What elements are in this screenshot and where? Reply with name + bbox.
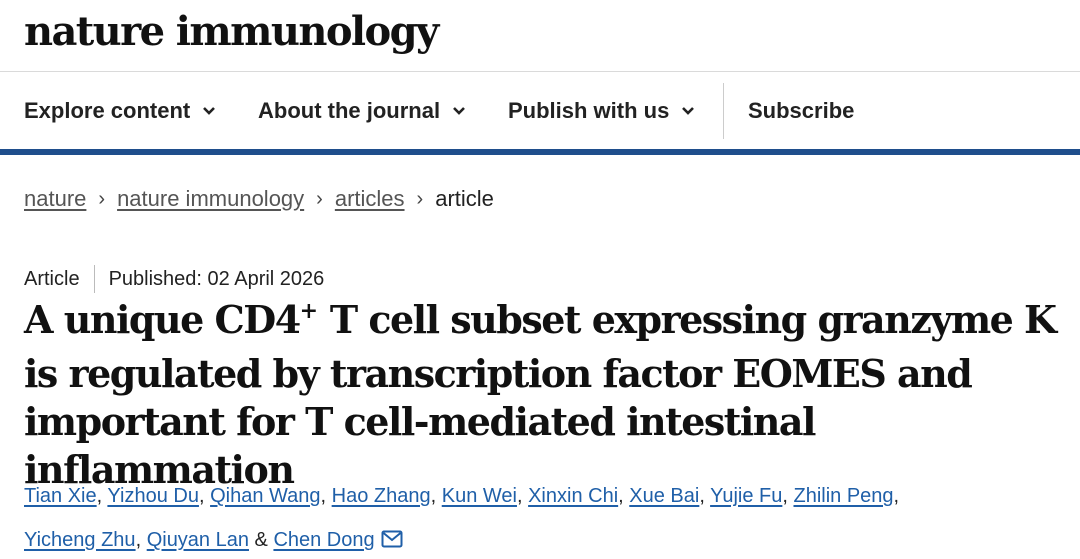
breadcrumb-link-articles[interactable]: articles xyxy=(335,186,405,212)
author-link[interactable]: Yicheng Zhu xyxy=(24,529,136,551)
article-meta: Article Published: 02 April 2026 xyxy=(24,265,324,293)
nav-item-label: About the journal xyxy=(258,98,441,123)
author-link[interactable]: Yizhou Du xyxy=(107,485,199,507)
author-separator: , xyxy=(782,485,794,507)
author-link[interactable]: Zhilin Peng xyxy=(793,485,893,507)
breadcrumb-separator: › xyxy=(416,187,424,210)
article-type: Article xyxy=(24,267,80,290)
nav-item-label: Subscribe xyxy=(748,98,855,123)
meta-divider xyxy=(93,265,95,293)
nav-publish-with-us[interactable]: Publish with us xyxy=(508,73,695,149)
author-separator: , xyxy=(135,529,147,551)
chevron-down-icon xyxy=(682,107,695,115)
author-link[interactable]: Xinxin Chi xyxy=(528,485,618,507)
nav-divider xyxy=(723,83,724,139)
author-separator: , xyxy=(893,485,900,507)
title-text: A unique CD4 xyxy=(24,297,301,342)
author-link[interactable]: Yujie Fu xyxy=(710,485,782,507)
author-separator: , xyxy=(618,485,630,507)
author-link-corresponding[interactable]: Chen Dong xyxy=(273,529,374,551)
nav-item-label: Publish with us xyxy=(508,98,670,123)
author-separator: , xyxy=(430,485,442,507)
breadcrumb-separator: › xyxy=(98,187,106,210)
breadcrumb-link-nature-immunology[interactable]: nature immunology xyxy=(117,186,304,212)
breadcrumb-separator: › xyxy=(316,187,323,210)
main-nav: Explore content About the journal Publis… xyxy=(0,73,1080,149)
author-separator: , xyxy=(320,485,332,507)
author-separator: , xyxy=(699,485,711,507)
author-separator: , xyxy=(198,485,211,507)
publish-date: Published: 02 April 2026 xyxy=(108,267,325,290)
nav-explore-content[interactable]: Explore content xyxy=(24,73,216,149)
breadcrumb: nature › nature immunology › articles › … xyxy=(24,184,494,214)
journal-logo[interactable]: nature immunology xyxy=(24,6,439,58)
author-link[interactable]: Tian Xie xyxy=(24,485,97,507)
nav-item-label: Explore content xyxy=(24,98,191,123)
nav-accent-rule xyxy=(0,149,1080,155)
author-link[interactable]: Qiuyan Lan xyxy=(147,529,249,551)
logo-bar: nature immunology xyxy=(0,0,1080,72)
author-list: Tian Xie, Yizhou Du, Qihan Wang, Hao Zha… xyxy=(24,474,1074,559)
article-title: A unique CD4+ T cell subset expressing g… xyxy=(24,296,1074,494)
author-link[interactable]: Xue Bai xyxy=(629,485,699,507)
author-separator: , xyxy=(516,485,529,507)
author-separator: , xyxy=(96,485,108,507)
chevron-down-icon xyxy=(453,107,466,115)
author-link[interactable]: Hao Zhang xyxy=(332,485,431,507)
author-link[interactable]: Qihan Wang xyxy=(210,485,320,507)
author-separator: & xyxy=(248,529,274,551)
nav-about-journal[interactable]: About the journal xyxy=(258,73,466,149)
author-link[interactable]: Kun Wei xyxy=(442,485,517,507)
mail-icon[interactable] xyxy=(381,530,403,548)
breadcrumb-link-nature[interactable]: nature xyxy=(24,186,86,212)
nav-subscribe[interactable]: Subscribe xyxy=(748,73,854,149)
chevron-down-icon xyxy=(203,107,216,115)
title-superscript: + xyxy=(299,298,319,324)
breadcrumb-current: article xyxy=(435,186,494,211)
